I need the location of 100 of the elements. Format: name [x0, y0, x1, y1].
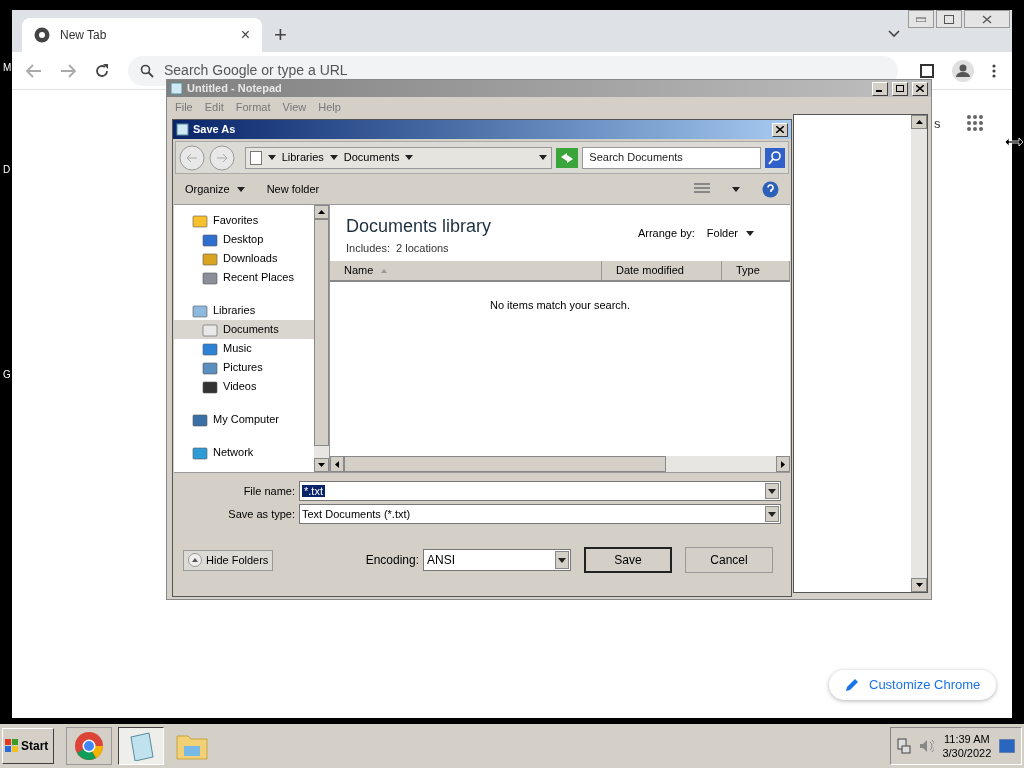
field-label: File name: — [242, 483, 296, 499]
nav-item[interactable]: Documents — [174, 320, 314, 339]
desktop-icon-label: G — [3, 368, 11, 382]
desktop-icon-label: D — [3, 163, 11, 177]
dropdown-caret-icon — [558, 557, 566, 563]
taskbar-button[interactable] — [118, 727, 164, 765]
browser-tab[interactable]: New Tab × — [22, 18, 262, 52]
help-icon[interactable] — [762, 180, 779, 198]
collapse-icon — [188, 553, 202, 567]
search-field[interactable]: Search Documents — [582, 146, 762, 169]
breadcrumb-bar[interactable]: Libraries Documents — [244, 146, 553, 169]
empty-message: No items match your search. — [490, 298, 630, 311]
folder-icon — [176, 732, 208, 760]
folder-icon — [202, 359, 218, 376]
document-icon — [249, 150, 262, 165]
folder-icon — [202, 231, 218, 248]
reload-icon[interactable] — [94, 62, 110, 79]
toolbar-button[interactable]: Organize — [185, 180, 245, 198]
breadcrumb-item[interactable]: Documents — [343, 149, 400, 166]
menu-icon[interactable] — [992, 63, 996, 78]
search-icon[interactable] — [765, 147, 785, 168]
chevron-down-icon[interactable] — [888, 30, 900, 38]
chrome-logo-icon — [34, 27, 50, 43]
folder-icon — [202, 340, 218, 357]
apps-grid-icon[interactable] — [966, 114, 984, 132]
horizontal-scrollbar[interactable] — [330, 456, 790, 472]
scroll-right-button[interactable] — [776, 456, 790, 472]
column-header[interactable]: Date modified — [602, 261, 722, 280]
nav-item[interactable]: Music — [174, 339, 314, 358]
restore-button[interactable] — [936, 10, 962, 28]
search-icon — [140, 63, 154, 78]
caret-icon — [732, 186, 740, 192]
nav-item[interactable]: Desktop — [174, 230, 314, 249]
caret-icon — [267, 155, 276, 160]
down-arrow-icon — [915, 583, 923, 587]
maximize-button[interactable] — [892, 81, 908, 96]
folder-icon — [192, 212, 208, 229]
dialog-button[interactable]: Cancel — [685, 547, 773, 573]
network-icon[interactable] — [897, 738, 911, 754]
caret-icon — [746, 230, 754, 236]
sort-arrow-icon — [381, 268, 388, 273]
folder-icon — [192, 411, 208, 428]
nav-item[interactable]: Videos — [174, 377, 314, 396]
notepad-icon — [170, 82, 183, 95]
nav-item[interactable]: My Computer — [174, 410, 314, 429]
encoding-label: Encoding: — [365, 552, 419, 569]
folder-icon — [202, 269, 218, 286]
profile-icon[interactable] — [952, 59, 974, 82]
column-header[interactable]: Name — [330, 261, 602, 280]
caret-icon — [539, 155, 548, 160]
folder-icon — [202, 321, 218, 338]
nav-item[interactable]: Downloads — [174, 249, 314, 268]
file-name-field[interactable]: *.txt — [299, 481, 781, 501]
nav-item[interactable]: Pictures — [174, 358, 314, 377]
up-arrow-icon — [915, 120, 923, 124]
start-button[interactable]: Start — [2, 728, 54, 764]
arrange-dropdown[interactable]: Folder — [706, 225, 754, 242]
folder-icon — [202, 378, 218, 395]
column-header[interactable]: Type — [722, 261, 790, 280]
close-icon — [776, 126, 784, 133]
restore-icon — [944, 14, 954, 24]
nav-item[interactable]: Favorites — [174, 211, 314, 230]
field-label: Save as type: — [227, 506, 296, 522]
scroll-down-button[interactable] — [911, 578, 927, 592]
hide-folders-button[interactable]: Hide Folders — [183, 549, 274, 571]
dropdown-caret-icon — [768, 488, 776, 494]
notepad-icon — [176, 123, 189, 136]
notepad-icon — [127, 731, 155, 761]
new-tab-button[interactable]: + — [274, 24, 287, 46]
breadcrumb-item[interactable]: Libraries — [281, 149, 324, 166]
scroll-up-button[interactable] — [911, 115, 927, 129]
scroll-down-button[interactable] — [314, 458, 329, 472]
nav-item[interactable]: Network — [174, 443, 314, 462]
desktop-icon-label: M — [3, 61, 12, 75]
up-arrow-icon — [318, 210, 325, 214]
header-link[interactable]: s — [934, 114, 941, 134]
sidebar-icon[interactable] — [920, 63, 934, 78]
dropdown-caret-icon — [768, 511, 776, 517]
close-tab-button[interactable]: × — [240, 23, 250, 47]
down-arrow-icon — [318, 463, 325, 467]
minimize-icon — [916, 16, 926, 22]
scroll-up-button[interactable] — [314, 205, 329, 219]
nav-item[interactable]: Recent Places — [174, 268, 314, 287]
left-arrow-icon — [335, 460, 339, 468]
includes-link[interactable]: 2 locations — [396, 240, 449, 257]
scroll-left-button[interactable] — [330, 456, 344, 472]
customize-chrome-button[interactable]: Customize Chrome — [829, 670, 997, 700]
scrollbar[interactable] — [314, 205, 330, 472]
notepad-dialog: Untitled - Notepad File Edit Format View Help Save As Libraries Documents Search Documents Organize New folder Favorites Desktop Downloads Recent Places Libraries Documents Music Pictures Videos My Computer Network Documents library Includes: 2 locations Arrange by: Folder Name Date modified Type No items match your search. File name: *.txt Save as type: Text Documents (*.txt) Hide Folders Encoding: ANSI Save Cancel — [166, 79, 932, 600]
nav-item[interactable]: Libraries — [174, 301, 314, 320]
toolbar-button[interactable]: New folder — [266, 180, 320, 198]
file-type-dropdown[interactable]: Text Documents (*.txt) — [299, 504, 781, 524]
pencil-icon — [845, 678, 859, 692]
windows-logo-icon — [5, 739, 19, 753]
folder-icon — [202, 250, 218, 267]
caret-icon — [236, 186, 245, 192]
encoding-dropdown[interactable]: ANSI — [423, 549, 571, 571]
dialog-button[interactable]: Save — [584, 547, 672, 573]
library-title: Documents library — [346, 215, 493, 238]
refresh-icon[interactable] — [556, 147, 579, 168]
